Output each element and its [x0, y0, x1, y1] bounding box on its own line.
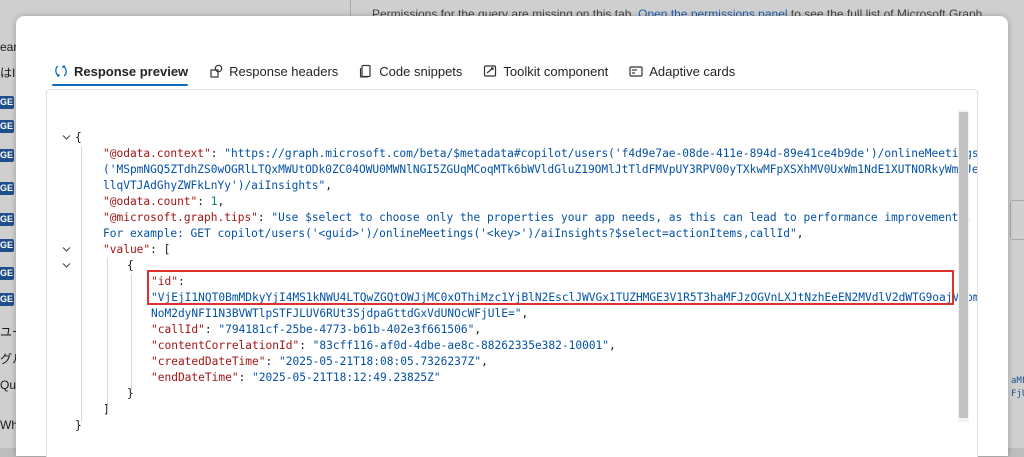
background-get-badge: GE: [0, 96, 14, 109]
background-right-text: FjU: [1011, 389, 1024, 399]
fold-chevron-icon[interactable]: [62, 133, 71, 142]
json-line: {: [75, 131, 82, 144]
tab-code-snippets[interactable]: Code snippets: [357, 60, 462, 82]
json-line: "value": [: [103, 243, 171, 256]
json-line: {: [127, 259, 134, 272]
json-line-id-value: NoM2dyNFI1N3BVWTlpSTFJLUV6RUt3SjdpaGttdG…: [151, 307, 529, 320]
scrollbar-thumb[interactable]: [959, 112, 968, 418]
json-line: "@microsoft.graph.tips": "Use $select to…: [103, 211, 972, 224]
background-right-card: [1010, 200, 1024, 240]
background-sidebar-text: Qu: [0, 378, 17, 392]
indent-guide: [81, 146, 82, 422]
background-sidebar-text: ear: [0, 40, 18, 54]
tab-response-headers[interactable]: Response headers: [207, 60, 338, 82]
adaptive-cards-icon: [629, 66, 643, 77]
tab-response-preview[interactable]: Response preview: [52, 60, 189, 86]
indent-guide: [131, 274, 132, 390]
background-get-badge: GE: [0, 149, 14, 162]
json-line: "contentCorrelationId": "83cff116-af0d-4…: [151, 339, 616, 352]
background-get-badge: GE: [0, 213, 14, 226]
response-tabs: Response preview Response headers Code s…: [52, 60, 754, 86]
json-line: }: [127, 387, 134, 400]
background-get-badge: GE: [0, 267, 14, 280]
tab-toolkit-component[interactable]: Toolkit component: [481, 60, 608, 82]
json-line: ]: [103, 403, 110, 416]
tab-adaptive-cards[interactable]: Adaptive cards: [627, 60, 735, 82]
json-line: "@odata.context": "https://graph.microso…: [103, 147, 978, 160]
fold-chevron-icon[interactable]: [62, 245, 71, 254]
json-line: "@odata.count": 1,: [103, 195, 225, 208]
fold-chevron-icon[interactable]: [62, 261, 71, 270]
background-get-badge: GE: [0, 182, 14, 195]
background-right-text: aMF: [1011, 376, 1024, 386]
toolkit-component-icon: [484, 65, 497, 77]
response-dialog: Response preview Response headers Code s…: [16, 16, 1008, 457]
background-sidebar-text: はI: [0, 66, 16, 80]
background-divider: [350, 0, 351, 16]
json-line: "callId": "794181cf-25be-4773-b61b-402e3…: [151, 323, 482, 336]
background-get-badge: GE: [0, 120, 14, 133]
response-json-viewer[interactable]: { "@odata.context": "https://graph.micro…: [46, 89, 978, 457]
json-line: For example: GET copilot/users('<guid>')…: [103, 227, 804, 240]
json-line: }: [75, 419, 82, 432]
id-value-highlight: [147, 270, 954, 305]
response-headers-icon: [210, 64, 223, 78]
background-get-badge: GE: [0, 293, 14, 306]
response-preview-icon: [55, 65, 67, 77]
json-line: llqVTJAdGhyZWFkLnYy')/aiInsights",: [103, 179, 333, 192]
json-line: "createdDateTime": "2025-05-21T18:08:05.…: [151, 355, 488, 368]
json-line: "endDateTime": "2025-05-21T18:12:49.2382…: [151, 371, 441, 384]
background-get-badge: GE: [0, 239, 14, 252]
indent-guide: [107, 258, 108, 406]
code-snippets-icon: [360, 64, 371, 78]
json-line: ('MSpmNGQ5ZTdhZS0wOGRlLTQxMWUtODk0ZC04OW…: [103, 163, 978, 176]
